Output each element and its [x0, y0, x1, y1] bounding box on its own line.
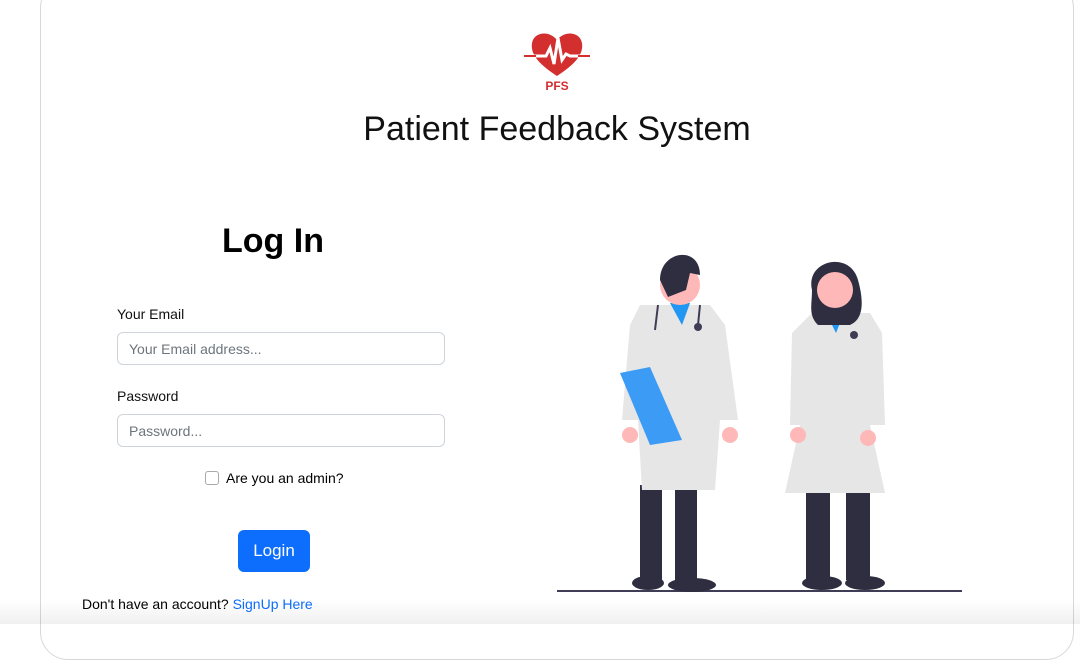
login-button[interactable]: Login [238, 530, 310, 572]
admin-checkbox[interactable] [205, 471, 219, 485]
pfs-logo: PFS [524, 33, 590, 93]
email-input[interactable] [117, 332, 445, 365]
admin-checkbox-label[interactable]: Are you an admin? [226, 470, 344, 486]
page-title: Patient Feedback System [363, 110, 751, 148]
password-label: Password [117, 388, 179, 404]
email-label: Your Email [117, 306, 185, 322]
login-heading: Log In [222, 222, 324, 260]
doctors-illustration [557, 254, 962, 592]
bottom-shadow [0, 600, 1080, 624]
svg-text:PFS: PFS [545, 79, 568, 93]
password-input[interactable] [117, 414, 445, 447]
